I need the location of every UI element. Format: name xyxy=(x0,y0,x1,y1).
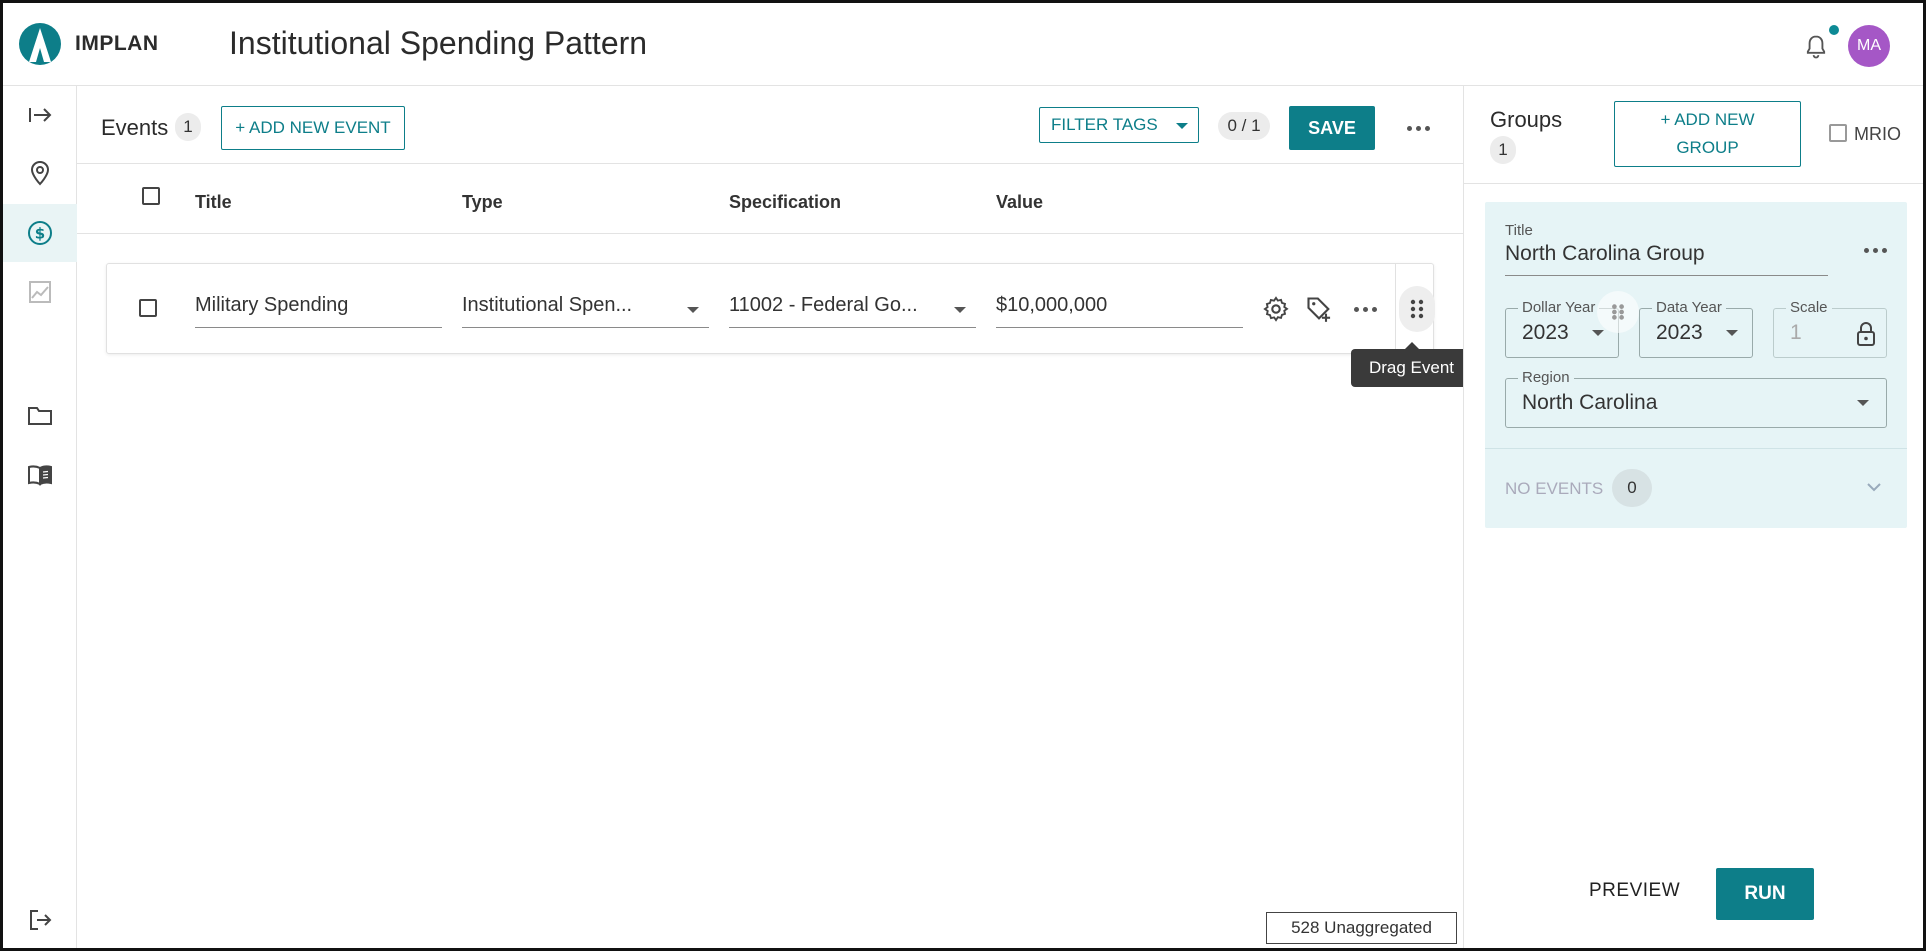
row-divider xyxy=(1395,264,1396,353)
scale-label: Scale xyxy=(1786,299,1832,316)
drag-grip-icon xyxy=(1410,299,1424,319)
svg-text:$: $ xyxy=(35,225,45,243)
mrio-checkbox[interactable] xyxy=(1829,124,1847,142)
app-window: IMPLAN Institutional Spending Pattern MA xyxy=(0,0,1926,951)
group-title-input[interactable]: North Carolina Group xyxy=(1505,242,1828,276)
scale-input[interactable]: Scale 1 xyxy=(1773,299,1887,358)
left-sidebar: $ xyxy=(3,86,77,948)
region-label: Region xyxy=(1518,369,1574,386)
groups-panel: Groups 1 + ADD NEW GROUP MRIO Title Nort… xyxy=(1463,86,1923,948)
events-heading: Events xyxy=(101,115,169,140)
column-value: Value xyxy=(996,192,1044,212)
event-row-checkbox[interactable] xyxy=(139,299,157,317)
region-value: North Carolina xyxy=(1522,391,1658,414)
group-more-options-icon[interactable] xyxy=(1864,248,1887,253)
scale-value: 1 xyxy=(1790,321,1802,344)
data-year-select[interactable]: Data Year 2023 xyxy=(1639,299,1753,358)
sidebar-item-expand[interactable] xyxy=(3,86,77,144)
events-toolbar: Events 1 + ADD NEW EVENT FILTER TAGS 0 /… xyxy=(77,86,1463,164)
event-row: Military Spending Institutional Spen... … xyxy=(106,263,1435,354)
gear-icon[interactable] xyxy=(1262,295,1290,323)
events-panel: Events 1 + ADD NEW EVENT FILTER TAGS 0 /… xyxy=(77,86,1463,948)
dollar-circle-icon: $ xyxy=(28,221,52,245)
filter-tags-label: FILTER TAGS xyxy=(1051,115,1158,134)
event-specification-value: 11002 - Federal Go... xyxy=(729,294,918,316)
location-pin-icon xyxy=(30,160,50,186)
column-title: Title xyxy=(195,192,232,212)
dollar-year-chevron-icon xyxy=(1592,330,1604,336)
drag-ghost-grip-icon xyxy=(1612,304,1624,320)
add-tag-icon[interactable] xyxy=(1305,295,1333,323)
events-count-badge: 1 xyxy=(175,113,201,141)
column-type: Type xyxy=(462,192,503,212)
group-title-label: Title xyxy=(1505,222,1533,239)
drag-ghost xyxy=(1597,291,1639,333)
preview-button[interactable]: PREVIEW xyxy=(1589,880,1680,902)
groups-count-badge: 1 xyxy=(1490,136,1516,164)
notification-bell-icon[interactable] xyxy=(1802,33,1830,61)
add-new-event-button[interactable]: + ADD NEW EVENT xyxy=(221,106,405,150)
chart-icon xyxy=(29,281,51,303)
event-type-select[interactable]: Institutional Spen... xyxy=(462,294,709,328)
select-all-checkbox[interactable] xyxy=(142,187,160,205)
brand-name: IMPLAN xyxy=(75,32,159,55)
sidebar-item-logout[interactable] xyxy=(3,891,77,948)
unaggregated-badge[interactable]: 528 Unaggregated xyxy=(1266,912,1457,944)
logout-icon xyxy=(30,910,52,930)
group-card-divider xyxy=(1485,448,1907,449)
data-year-chevron-icon xyxy=(1726,330,1738,336)
page-title: Institutional Spending Pattern xyxy=(229,25,648,61)
save-button[interactable]: SAVE xyxy=(1289,106,1375,150)
event-specification-chevron-icon xyxy=(954,307,966,313)
event-value-input[interactable]: $10,000,000 xyxy=(996,294,1243,328)
event-specification-select[interactable]: 11002 - Federal Go... xyxy=(729,294,976,328)
add-new-group-button[interactable]: + ADD NEW GROUP xyxy=(1614,101,1801,167)
user-avatar[interactable]: MA xyxy=(1848,25,1890,67)
chevron-down-icon xyxy=(1176,123,1188,129)
event-type-value: Institutional Spen... xyxy=(462,294,633,316)
group-card: Title North Carolina Group Dollar Year 2… xyxy=(1485,202,1907,528)
run-button[interactable]: RUN xyxy=(1716,868,1814,920)
implan-logo-icon xyxy=(19,23,61,65)
sidebar-item-projects[interactable] xyxy=(3,386,77,444)
sidebar-item-impacts[interactable]: $ xyxy=(3,204,77,262)
no-events-label: NO EVENTS xyxy=(1505,479,1604,498)
sidebar-item-help[interactable] xyxy=(3,446,77,504)
expand-arrow-icon xyxy=(29,108,52,122)
book-icon xyxy=(28,465,52,486)
app-header: IMPLAN Institutional Spending Pattern MA xyxy=(3,3,1923,86)
dollar-year-value: 2023 xyxy=(1522,321,1569,344)
column-specification: Specification xyxy=(729,192,842,212)
folder-icon xyxy=(28,407,52,425)
notification-dot xyxy=(1829,25,1839,35)
groups-heading: Groups xyxy=(1490,107,1563,132)
lock-icon[interactable] xyxy=(1854,321,1878,347)
data-year-label: Data Year xyxy=(1652,299,1726,316)
event-more-options-icon[interactable] xyxy=(1354,307,1377,312)
selection-count-badge: 0 / 1 xyxy=(1218,112,1270,140)
no-events-count-badge: 0 xyxy=(1612,469,1652,507)
drag-event-tooltip: Drag Event xyxy=(1351,342,1472,387)
sidebar-item-results[interactable] xyxy=(3,263,77,321)
filter-tags-button[interactable]: FILTER TAGS xyxy=(1039,107,1199,143)
drag-handle[interactable] xyxy=(1399,286,1435,332)
event-type-chevron-icon xyxy=(687,307,699,313)
mrio-label: MRIO xyxy=(1854,124,1901,144)
region-chevron-icon xyxy=(1857,400,1869,406)
event-title-input[interactable]: Military Spending xyxy=(195,294,442,328)
groups-toolbar: Groups 1 + ADD NEW GROUP MRIO xyxy=(1464,86,1923,184)
region-select[interactable]: Region North Carolina xyxy=(1505,369,1887,428)
chevron-down-icon[interactable] xyxy=(1865,480,1883,494)
events-more-options-icon[interactable] xyxy=(1407,126,1430,131)
dollar-year-label: Dollar Year xyxy=(1518,299,1600,316)
data-year-value: 2023 xyxy=(1656,321,1703,344)
sidebar-item-location[interactable] xyxy=(3,144,77,202)
